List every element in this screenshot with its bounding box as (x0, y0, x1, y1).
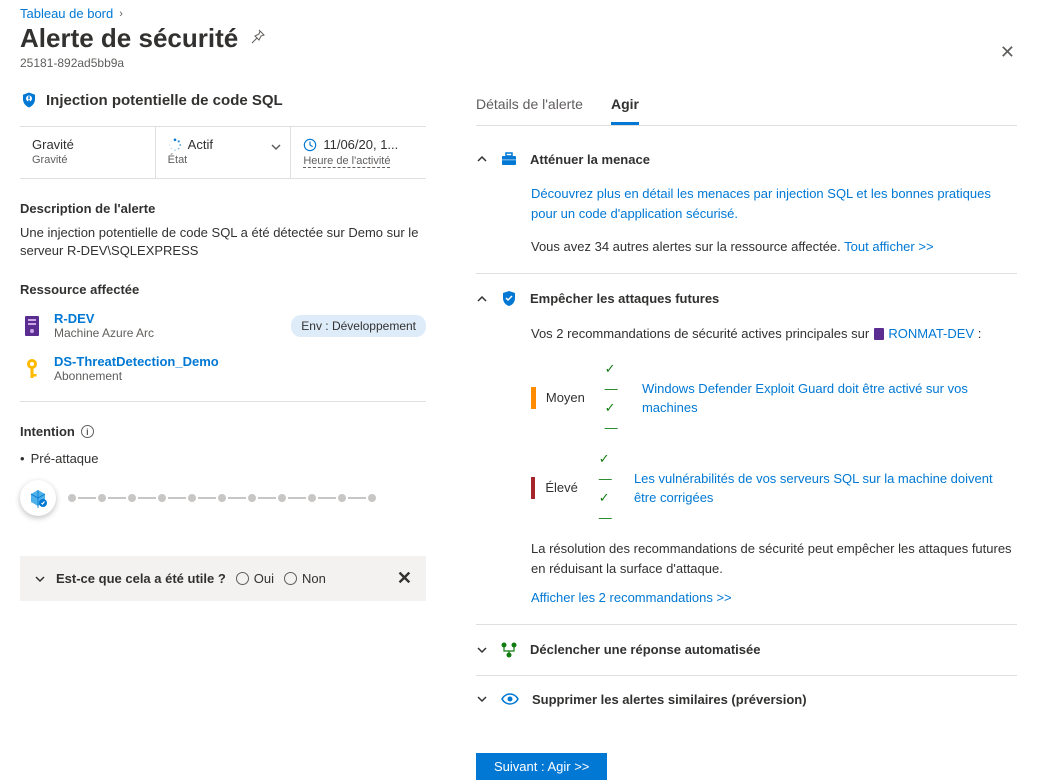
section-prevent: Empêcher les attaques futures Vos 2 reco… (476, 274, 1017, 625)
workflow-icon (500, 641, 518, 659)
eye-off-icon (500, 692, 520, 706)
chevron-down-icon[interactable] (34, 573, 46, 585)
time-cell: 11/06/20, 1... Heure de l'activité (291, 127, 426, 178)
close-icon[interactable]: ✕ (1000, 42, 1015, 63)
pin-icon[interactable] (250, 29, 266, 48)
affected-heading: Ressource affectée (20, 282, 426, 297)
show-recommendations-link[interactable]: Afficher les 2 recommandations >> (531, 588, 1017, 608)
cube-icon[interactable] (20, 480, 56, 516)
severity-bar (531, 477, 535, 499)
alert-name: Injection potentielle de code SQL (46, 92, 283, 109)
severity-cell: Gravité Gravité (20, 127, 156, 178)
recommendation-row[interactable]: Moyen ✓—✓— Windows Defender Exploit Guar… (531, 359, 1017, 437)
key-icon (20, 357, 44, 381)
severity-label: Élevé (545, 478, 588, 498)
toolbox-icon (500, 150, 518, 168)
status-row: Gravité Gravité Actif État 11/06/20, 1..… (20, 126, 426, 179)
info-icon[interactable]: i (81, 425, 94, 438)
section-header[interactable]: Empêcher les attaques futures (476, 290, 1017, 308)
section-suppress: Supprimer les alertes similaires (préver… (476, 676, 1017, 723)
section-mitigate: Atténuer la menace Découvrez plus en dét… (476, 134, 1017, 274)
close-icon[interactable]: ✕ (397, 568, 412, 589)
intent-timeline (20, 480, 426, 516)
resource-type: Abonnement (54, 369, 219, 383)
section-header[interactable]: Supprimer les alertes similaires (préver… (476, 692, 1017, 707)
recommendation-link[interactable]: Windows Defender Exploit Guard doit être… (642, 379, 1017, 418)
intent-stage: Pré-attaque (20, 451, 426, 466)
feedback-question: Est-ce que cela a été utile ? (56, 571, 226, 586)
server-icon (20, 314, 44, 338)
checklist-icon: ✓—✓— (605, 359, 624, 437)
chevron-up-icon (476, 153, 488, 165)
description-text: Une injection potentielle de code SQL a … (20, 224, 426, 260)
shield-check-icon (500, 290, 518, 308)
breadcrumb-root[interactable]: Tableau de bord (20, 6, 113, 21)
environment-badge: Env : Développement (291, 315, 426, 337)
alert-id: 25181-892ad5bb9a (20, 56, 1017, 70)
feedback-yes[interactable]: Oui (236, 571, 274, 586)
resource-link[interactable]: RONMAT-DEV (888, 326, 974, 341)
severity-label: Moyen (546, 388, 595, 408)
loading-icon (168, 138, 182, 152)
clock-icon (303, 138, 317, 152)
intent-heading: Intention i (20, 424, 426, 439)
mitigate-learn-link[interactable]: Découvrez plus en détail les menaces par… (531, 184, 1017, 223)
checklist-icon: ✓—✓— (599, 449, 616, 527)
recommendation-link[interactable]: Les vulnérabilités de vos serveurs SQL s… (634, 469, 1017, 508)
description-heading: Description de l'alerte (20, 201, 426, 216)
breadcrumb[interactable]: Tableau de bord › (20, 6, 1017, 21)
resource-type: Machine Azure Arc (54, 326, 154, 340)
section-automate: Déclencher une réponse automatisée (476, 625, 1017, 676)
chevron-right-icon: › (119, 8, 123, 20)
shield-icon (20, 90, 38, 110)
chevron-down-icon[interactable] (270, 141, 282, 153)
section-header[interactable]: Déclencher une réponse automatisée (476, 641, 1017, 659)
chevron-up-icon (476, 293, 488, 305)
server-icon (873, 327, 885, 341)
recommendation-row[interactable]: Élevé ✓—✓— Les vulnérabilités de vos ser… (531, 449, 1017, 527)
tabs: Détails de l'alerte Agir (476, 90, 1017, 126)
tab-details[interactable]: Détails de l'alerte (476, 90, 583, 125)
page-title: Alerte de sécurité (20, 23, 238, 54)
chevron-down-icon (476, 644, 488, 656)
resource-name[interactable]: DS-ThreatDetection_Demo (54, 354, 219, 369)
feedback-bar: Est-ce que cela a été utile ? Oui Non ✕ (20, 556, 426, 601)
affected-resource[interactable]: R-DEV Machine Azure Arc Env : Développem… (20, 311, 426, 340)
next-button[interactable]: Suivant : Agir >> (476, 753, 607, 780)
state-cell[interactable]: Actif État (156, 127, 292, 178)
chevron-down-icon (476, 693, 488, 705)
show-all-link[interactable]: Tout afficher >> (844, 239, 933, 254)
feedback-no[interactable]: Non (284, 571, 326, 586)
severity-bar (531, 387, 536, 409)
tab-act[interactable]: Agir (611, 90, 639, 125)
prevent-note: La résolution des recommandations de séc… (531, 539, 1017, 578)
resource-name[interactable]: R-DEV (54, 311, 154, 326)
section-header[interactable]: Atténuer la menace (476, 150, 1017, 168)
affected-resource[interactable]: DS-ThreatDetection_Demo Abonnement (20, 354, 426, 383)
more-alerts-text: Vous avez 34 autres alertes sur la resso… (531, 239, 844, 254)
